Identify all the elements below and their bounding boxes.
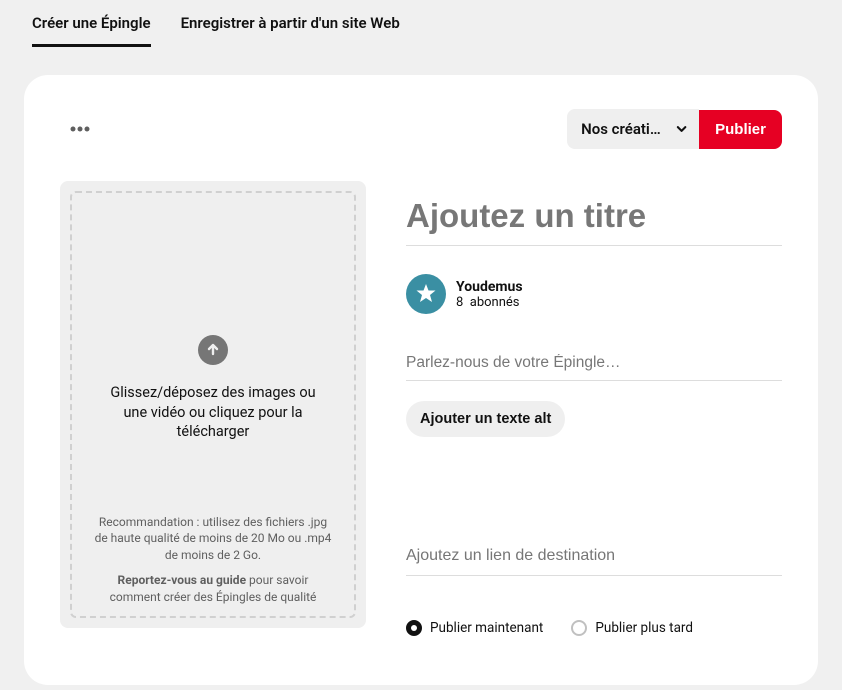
- add-alt-text-button[interactable]: Ajouter un texte alt: [406, 401, 565, 437]
- chevron-down-icon: [676, 123, 687, 135]
- radio-publish-now[interactable]: Publier maintenant: [406, 620, 543, 636]
- radio-icon: [406, 620, 422, 636]
- content-columns: Glissez/déposez des images ou une vidéo …: [60, 181, 782, 636]
- more-options-button[interactable]: [60, 109, 100, 149]
- ellipsis-icon: [70, 126, 90, 132]
- upload-column: Glissez/déposez des images ou une vidéo …: [60, 181, 366, 636]
- profile-info: Youdemus 8 abonnés: [456, 279, 523, 310]
- radio-publish-later[interactable]: Publier plus tard: [571, 620, 693, 636]
- title-input[interactable]: [406, 193, 782, 246]
- guide-link-text[interactable]: Reportez-vous au guide: [118, 573, 247, 587]
- create-pin-card: Nos créations Publier Glissez/déposez de…: [24, 75, 818, 685]
- upload-icon: [198, 335, 228, 365]
- board-selected-label: Nos créations: [581, 120, 668, 138]
- publish-timing-radios: Publier maintenant Publier plus tard: [406, 620, 782, 636]
- destination-link-input[interactable]: [406, 541, 782, 576]
- card-toolbar: Nos créations Publier: [60, 109, 782, 149]
- author-profile: Youdemus 8 abonnés: [406, 274, 782, 314]
- tab-save-from-web[interactable]: Enregistrer à partir d'un site Web: [181, 14, 400, 47]
- radio-label: Publier maintenant: [430, 620, 543, 636]
- board-selector[interactable]: Nos créations: [567, 109, 699, 149]
- avatar: [406, 274, 446, 314]
- form-column: Youdemus 8 abonnés Ajouter un texte alt …: [406, 181, 782, 636]
- upload-area: Glissez/déposez des images ou une vidéo …: [60, 181, 366, 628]
- profile-name: Youdemus: [456, 279, 523, 295]
- tabs-bar: Créer une Épingle Enregistrer à partir d…: [0, 0, 842, 47]
- upload-instructions: Glissez/déposez des images ou une vidéo …: [88, 383, 338, 442]
- radio-icon: [571, 620, 587, 636]
- upload-dropzone[interactable]: Glissez/déposez des images ou une vidéo …: [70, 191, 356, 618]
- profile-followers: 8 abonnés: [456, 295, 523, 310]
- upload-guide: Reportez-vous au guide pour savoir comme…: [88, 572, 338, 606]
- radio-label: Publier plus tard: [595, 620, 693, 636]
- tab-create-pin[interactable]: Créer une Épingle: [32, 14, 151, 47]
- description-input[interactable]: [406, 348, 782, 381]
- publish-controls: Nos créations Publier: [567, 109, 782, 149]
- upload-recommendation: Recommandation : utilisez des fichiers .…: [88, 514, 338, 564]
- publish-button[interactable]: Publier: [699, 110, 782, 149]
